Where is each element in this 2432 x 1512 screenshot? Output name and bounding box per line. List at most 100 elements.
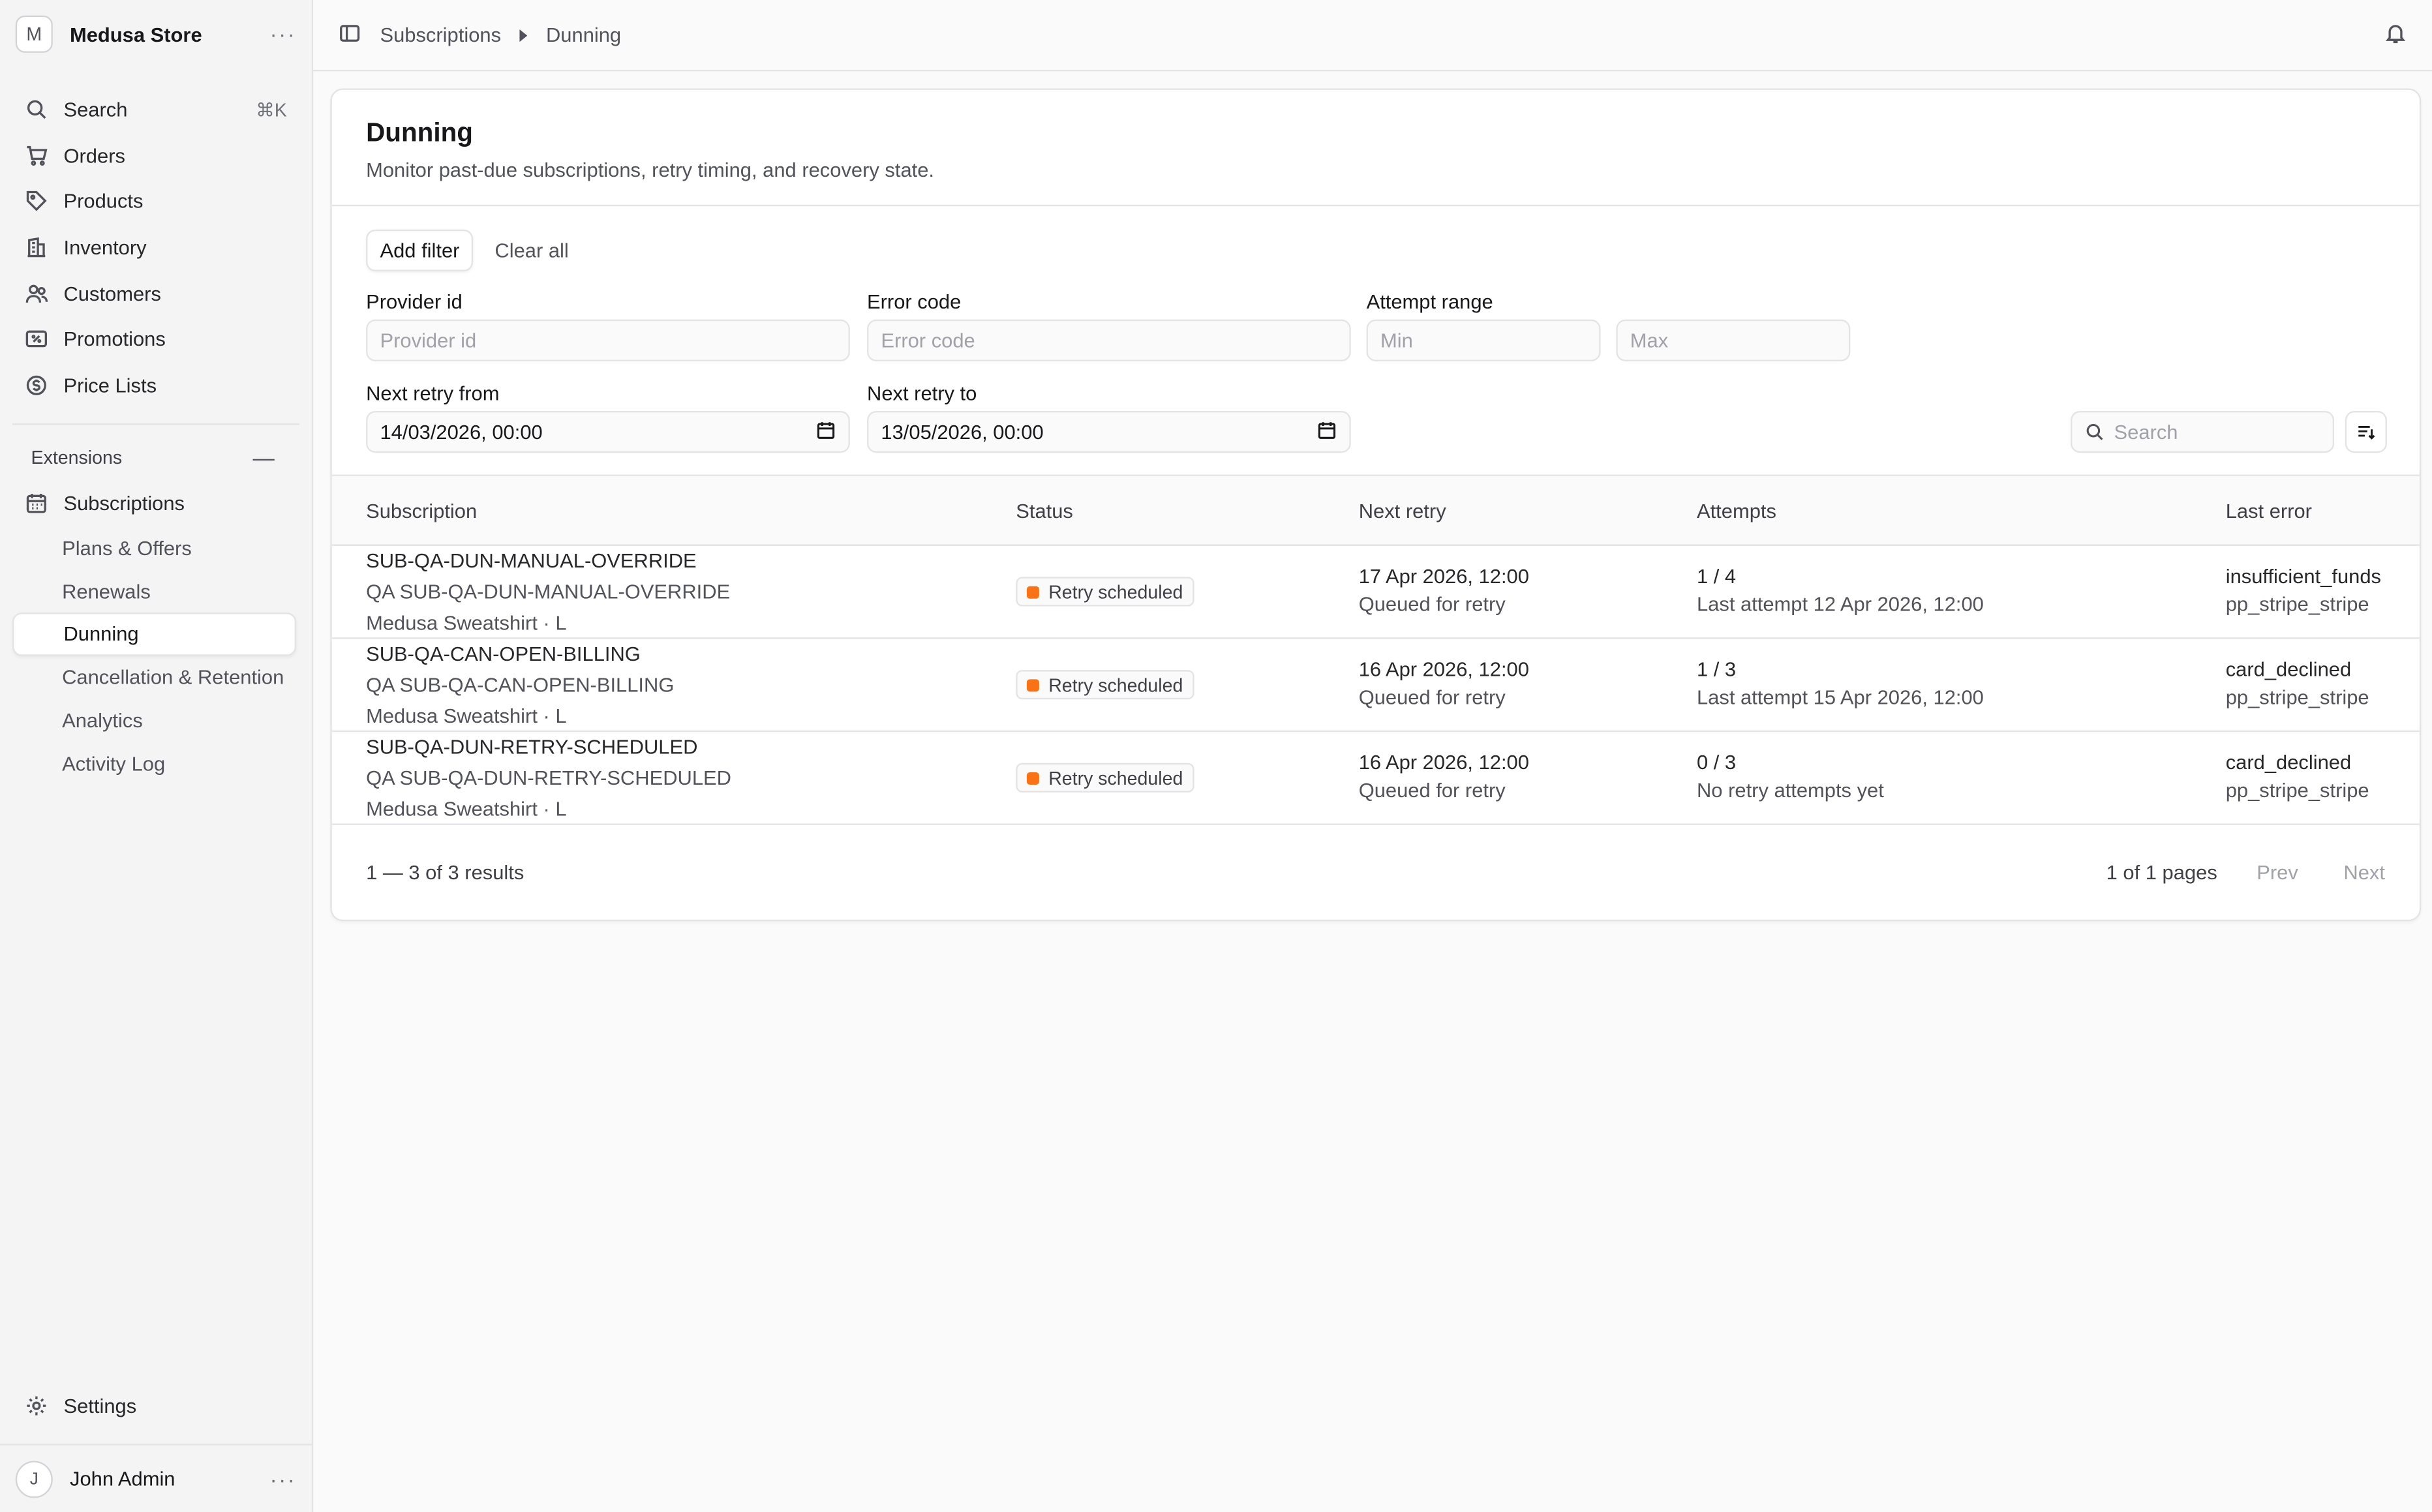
sidebar-item-activity-log[interactable]: Activity Log xyxy=(12,742,296,785)
next-retry-from-input[interactable]: 14/03/2026, 00:00 xyxy=(366,411,850,453)
last-error-cell: card_declined pp_stripe_stripe xyxy=(2226,748,2369,806)
table-row[interactable]: SUB-QA-DUN-RETRY-SCHEDULED QA SUB-QA-DUN… xyxy=(331,732,2420,825)
gear-icon xyxy=(27,1396,46,1415)
sidebar-item-label: Products xyxy=(63,190,144,213)
next-retry-cell: 16 Apr 2026, 12:00 Queued for retry xyxy=(1359,748,1529,806)
sidebar-item-orders[interactable]: Orders xyxy=(12,132,299,178)
bell-icon[interactable] xyxy=(2384,21,2407,49)
column-header-subscription[interactable]: Subscription xyxy=(366,500,477,523)
attempts-count: 0 / 3 xyxy=(1696,750,1737,774)
sidebar: M Medusa Store ··· Search ⌘K Orders Prod… xyxy=(0,0,314,1512)
sort-button[interactable] xyxy=(2345,411,2387,453)
last-error-cell: insufficient_funds pp_stripe_stripe xyxy=(2226,562,2381,620)
status-text: Retry scheduled xyxy=(1048,674,1183,696)
sidebar-item-search[interactable]: Search ⌘K xyxy=(12,87,299,132)
store-switcher[interactable]: M Medusa Store ··· xyxy=(0,0,312,68)
sidebar-item-settings[interactable]: Settings xyxy=(12,1382,299,1428)
cart-icon xyxy=(27,145,48,166)
sidebar-item-promotions[interactable]: Promotions xyxy=(12,316,299,362)
sidebar-item-analytics[interactable]: Analytics xyxy=(12,699,296,742)
calendar-icon[interactable] xyxy=(816,419,836,444)
currency-dollar-icon xyxy=(26,375,46,395)
pagination: 1 — 3 of 3 results 1 of 1 pages Prev Nex… xyxy=(332,825,2420,918)
column-header-status[interactable]: Status xyxy=(1016,500,1073,523)
next-button[interactable]: Next xyxy=(2343,861,2385,885)
search-placeholder: Search xyxy=(2114,420,2178,444)
subscriptions-subnav: Plans & Offers Renewals Dunning Cancella… xyxy=(0,527,312,785)
table-row[interactable]: SUB-QA-CAN-OPEN-BILLING QA SUB-QA-CAN-OP… xyxy=(331,639,2420,733)
sidebar-item-renewals[interactable]: Renewals xyxy=(12,570,296,613)
sidebar-item-products[interactable]: Products xyxy=(12,179,299,224)
next-retry-date: 16 Apr 2026, 12:00 xyxy=(1358,658,1529,681)
sidebar-item-label: Subscriptions xyxy=(63,492,185,516)
users-icon xyxy=(25,284,48,303)
sidebar-item-plans-offers[interactable]: Plans & Offers xyxy=(12,527,296,570)
column-header-next-retry[interactable]: Next retry xyxy=(1359,500,1446,523)
attempts-note: Last attempt 15 Apr 2026, 12:00 xyxy=(1696,685,1984,709)
status-dot-icon xyxy=(1026,585,1039,598)
subscription-id: SUB-QA-DUN-MANUAL-OVERRIDE xyxy=(366,549,697,573)
error-code-input[interactable]: Error code xyxy=(867,319,1351,361)
column-header-attempts[interactable]: Attempts xyxy=(1697,500,1776,523)
provider-id-label: Provider id xyxy=(366,290,463,314)
page-indicator: 1 of 1 pages xyxy=(2106,860,2217,885)
column-header-last-error[interactable]: Last error xyxy=(2226,500,2312,523)
status-badge: Retry scheduled xyxy=(1016,577,1194,607)
status-badge: Retry scheduled xyxy=(1016,763,1194,793)
topbar: Subscriptions Dunning xyxy=(313,0,2432,72)
next-retry-date: 16 Apr 2026, 12:00 xyxy=(1358,750,1529,774)
attempts-count: 1 / 4 xyxy=(1696,564,1737,588)
calendar-icon[interactable] xyxy=(1316,419,1337,444)
next-retry-from-value: 14/03/2026, 00:00 xyxy=(380,420,543,444)
table-row[interactable]: SUB-QA-DUN-MANUAL-OVERRIDE QA SUB-QA-DUN… xyxy=(331,546,2420,639)
subscription-product: Medusa Sweatshirt · L xyxy=(366,611,567,635)
subscription-product: Medusa Sweatshirt · L xyxy=(366,797,567,821)
provider-id-input[interactable]: Provider id xyxy=(366,319,850,361)
attempts-count: 1 / 3 xyxy=(1696,658,1737,681)
attempt-min-input[interactable]: Min xyxy=(1366,319,1601,361)
next-retry-to-input[interactable]: 13/05/2026, 00:00 xyxy=(867,411,1351,453)
breadcrumb-parent[interactable]: Subscriptions xyxy=(380,23,501,47)
attempts-note: Last attempt 12 Apr 2026, 12:00 xyxy=(1696,592,1984,616)
clear-all-button[interactable]: Clear all xyxy=(494,239,568,262)
search-input[interactable]: Search xyxy=(2070,411,2335,453)
error-code: insufficient_funds xyxy=(2225,564,2381,588)
attempt-max-input[interactable]: Max xyxy=(1616,319,1851,361)
sidebar-item-inventory[interactable]: Inventory xyxy=(12,224,299,270)
prev-button[interactable]: Prev xyxy=(2257,861,2298,885)
main-content: Subscriptions Dunning Dunning Monitor pa… xyxy=(313,0,2432,1512)
sidebar-item-label: Search xyxy=(63,98,128,122)
next-retry-to-value: 13/05/2026, 00:00 xyxy=(881,420,1044,444)
settings-nav: Settings xyxy=(0,1382,312,1444)
page-subtitle: Monitor past-due subscriptions, retry ti… xyxy=(366,158,935,182)
sidebar-item-dunning[interactable]: Dunning xyxy=(12,612,297,656)
subscription-cell: SUB-QA-DUN-MANUAL-OVERRIDE QA SUB-QA-DUN… xyxy=(366,546,730,639)
sidebar-item-price-lists[interactable]: Price Lists xyxy=(12,362,299,408)
extensions-heading: Extensions xyxy=(31,447,123,469)
next-retry-cell: 16 Apr 2026, 12:00 Queued for retry xyxy=(1359,654,1529,713)
search-icon xyxy=(2086,423,2103,440)
status-badge: Retry scheduled xyxy=(1016,670,1194,700)
more-icon[interactable]: ··· xyxy=(270,22,296,46)
sidebar-item-subscriptions[interactable]: Subscriptions xyxy=(12,481,299,526)
more-icon[interactable]: ··· xyxy=(270,1466,296,1491)
attempts-cell: 0 / 3 No retry attempts yet xyxy=(1697,748,1884,806)
collapse-icon[interactable]: — xyxy=(253,446,275,470)
subscription-customer: QA SUB-QA-CAN-OPEN-BILLING xyxy=(366,673,675,697)
filter-bar: Add filter Clear all Provider id Provide… xyxy=(331,206,2420,476)
subscription-cell: SUB-QA-DUN-RETRY-SCHEDULED QA SUB-QA-DUN… xyxy=(366,732,731,825)
sidebar-item-label: Price Lists xyxy=(63,373,157,397)
building-icon xyxy=(27,237,46,258)
add-filter-button[interactable]: Add filter xyxy=(366,229,474,272)
sidebar-item-customers[interactable]: Customers xyxy=(12,271,299,316)
sidebar-toggle-icon[interactable] xyxy=(338,21,361,49)
next-retry-from-label: Next retry from xyxy=(366,381,500,405)
subscription-id: SUB-QA-CAN-OPEN-BILLING xyxy=(366,642,641,665)
sidebar-item-label: Promotions xyxy=(63,327,166,351)
sidebar-item-label: Orders xyxy=(63,144,125,168)
user-menu[interactable]: J John Admin ··· xyxy=(0,1444,312,1512)
extensions-header[interactable]: Extensions — xyxy=(0,441,312,475)
subscription-product: Medusa Sweatshirt · L xyxy=(366,704,567,728)
provider-id: pp_stripe_stripe xyxy=(2225,778,2369,802)
sidebar-item-cancellation-retention[interactable]: Cancellation & Retention xyxy=(12,656,296,699)
